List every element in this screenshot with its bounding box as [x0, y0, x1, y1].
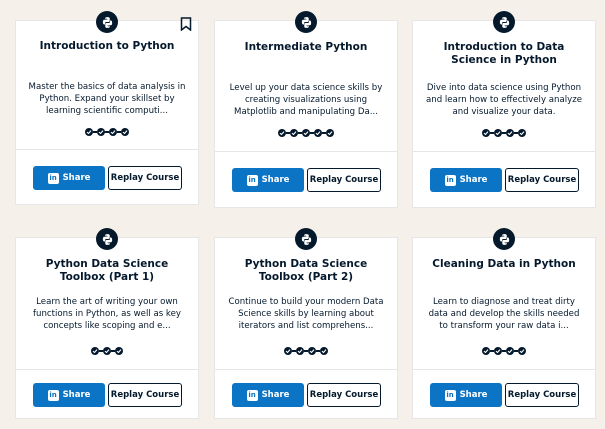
progress-indicator — [215, 346, 397, 355]
progress-indicator — [413, 346, 595, 355]
python-icon — [295, 11, 317, 33]
progress-indicator — [215, 128, 397, 137]
share-label: Share — [261, 390, 290, 400]
check-icon — [103, 346, 111, 355]
check-icon — [506, 128, 514, 137]
linkedin-icon: in — [246, 389, 258, 401]
course-title: Python Data Science Toolbox (Part 2) — [244, 258, 368, 283]
course-description: Dive into data science using Python and … — [425, 83, 583, 117]
check-icon — [518, 346, 526, 355]
course-title: Cleaning Data in Python — [432, 258, 576, 270]
replay-course-button[interactable]: Replay Course — [505, 383, 579, 407]
course-card: Introduction to Python Master the basics… — [15, 11, 199, 205]
python-icon — [295, 228, 317, 250]
bookmark-icon[interactable] — [180, 17, 192, 31]
linkedin-icon: in — [444, 174, 456, 186]
check-icon — [284, 346, 292, 355]
divider — [215, 151, 397, 152]
course-card: Cleaning Data in Python Learn to diagnos… — [412, 228, 596, 419]
course-description: Learn to diagnose and treat dirty data a… — [428, 297, 580, 331]
check-icon — [109, 127, 117, 136]
share-label: Share — [459, 175, 488, 185]
course-title: Intermediate Python — [244, 41, 368, 53]
share-button[interactable]: in Share — [430, 383, 502, 407]
python-icon — [96, 11, 118, 33]
divider — [413, 151, 595, 152]
check-icon — [326, 128, 334, 137]
check-icon — [91, 346, 99, 355]
check-icon — [302, 128, 310, 137]
check-icon — [320, 346, 328, 355]
check-icon — [482, 346, 490, 355]
share-label: Share — [62, 390, 91, 400]
course-title: Python Data Science Toolbox (Part 1) — [45, 258, 169, 283]
python-icon — [493, 11, 515, 33]
course-description: Continue to build your modern Data Scien… — [228, 297, 384, 331]
divider — [16, 149, 198, 150]
course-description: Level up your data science skills by cre… — [229, 83, 383, 117]
divider — [215, 369, 397, 370]
progress-indicator — [16, 346, 198, 355]
progress-indicator — [16, 127, 198, 136]
share-button[interactable]: in Share — [430, 168, 502, 192]
divider — [413, 369, 595, 370]
course-card: Python Data Science Toolbox (Part 2) Con… — [214, 228, 398, 419]
course-description: Learn the art of writing your own functi… — [33, 297, 181, 331]
progress-indicator — [413, 128, 595, 137]
share-label: Share — [261, 175, 290, 185]
course-grid: Introduction to Python Master the basics… — [0, 0, 605, 429]
divider — [16, 369, 198, 370]
replay-course-button[interactable]: Replay Course — [108, 383, 182, 407]
share-button[interactable]: in Share — [33, 166, 105, 190]
check-icon — [308, 346, 316, 355]
linkedin-icon: in — [444, 389, 456, 401]
course-title: Introduction to Python — [39, 40, 175, 52]
check-icon — [121, 127, 129, 136]
replay-course-button[interactable]: Replay Course — [108, 166, 182, 190]
share-button[interactable]: in Share — [232, 383, 304, 407]
share-button[interactable]: in Share — [33, 383, 105, 407]
check-icon — [97, 127, 105, 136]
python-icon — [493, 228, 515, 250]
course-card: Introduction to Data Science in Python D… — [412, 11, 596, 208]
share-label: Share — [459, 390, 488, 400]
check-icon — [494, 346, 502, 355]
check-icon — [494, 128, 502, 137]
replay-course-button[interactable]: Replay Course — [307, 168, 381, 192]
replay-course-button[interactable]: Replay Course — [505, 168, 579, 192]
course-title: Introduction to Data Science in Python — [443, 41, 565, 66]
check-icon — [314, 128, 322, 137]
linkedin-icon: in — [47, 172, 59, 184]
course-description: Master the basics of data analysis in Py… — [28, 82, 186, 116]
linkedin-icon: in — [47, 389, 59, 401]
share-button[interactable]: in Share — [232, 168, 304, 192]
check-icon — [290, 128, 298, 137]
check-icon — [482, 128, 490, 137]
python-icon — [96, 228, 118, 250]
course-card: Intermediate Python Level up your data s… — [214, 11, 398, 208]
check-icon — [296, 346, 304, 355]
check-icon — [506, 346, 514, 355]
share-label: Share — [62, 173, 91, 183]
check-icon — [85, 127, 93, 136]
course-card: Python Data Science Toolbox (Part 1) Lea… — [15, 228, 199, 419]
linkedin-icon: in — [246, 174, 258, 186]
check-icon — [115, 346, 123, 355]
check-icon — [518, 128, 526, 137]
check-icon — [278, 128, 286, 137]
replay-course-button[interactable]: Replay Course — [307, 383, 381, 407]
